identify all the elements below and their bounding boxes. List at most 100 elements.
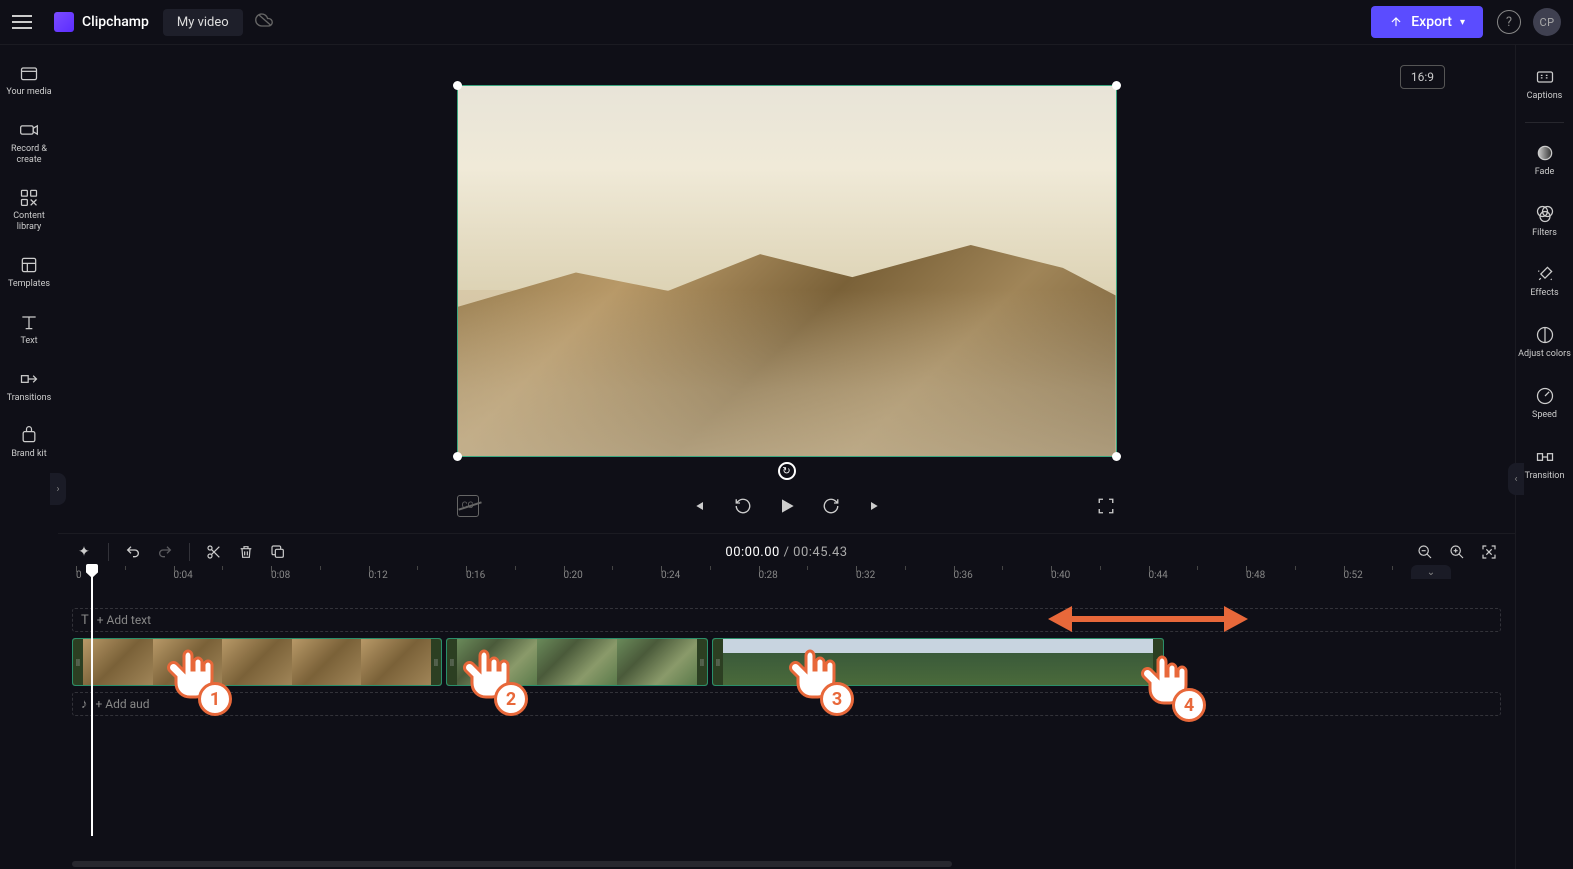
redo-button[interactable] [153, 540, 177, 564]
video-track: || || || || Trees in mountains || || [72, 638, 1501, 686]
text-icon: T [81, 613, 89, 628]
ruler-tick: 0:32 [856, 570, 875, 581]
ruler-tick: 0 [76, 570, 82, 581]
sidebar-text[interactable]: Text [0, 304, 58, 355]
skip-forward-button[interactable] [864, 495, 886, 517]
sidebar-transition[interactable]: Transition [1516, 437, 1573, 492]
duplicate-button[interactable] [266, 540, 290, 564]
app-logo[interactable]: Clipchamp [54, 12, 149, 32]
undo-button[interactable] [121, 540, 145, 564]
skip-back-button[interactable] [688, 495, 710, 517]
video-title-button[interactable]: My video [163, 9, 243, 36]
clip-handle-left[interactable]: || [713, 639, 723, 685]
sidebar-speed[interactable]: Speed [1516, 376, 1573, 431]
preview-image [458, 86, 1116, 456]
transitions-icon [19, 369, 39, 389]
timeline-ruler[interactable]: 00:040:080:120:160:200:240:280:320:360:4… [72, 570, 1501, 590]
resize-handle-bl[interactable] [453, 452, 462, 461]
clip-handle-left[interactable]: || [73, 639, 83, 685]
sidebar-filters[interactable]: Filters [1516, 194, 1573, 249]
timeline-collapse-button[interactable]: ⌄ [1411, 565, 1451, 579]
sidebar-left: Your media Record & create Content libra… [0, 45, 58, 869]
clip-handle-right[interactable]: || [431, 639, 441, 685]
fullscreen-button[interactable] [1095, 495, 1117, 517]
video-clip-2[interactable]: || || [446, 638, 708, 686]
time-display: 00:00.00 / 00:45.43 [725, 545, 847, 560]
audio-track-placeholder[interactable]: ♪ + Add aud [72, 692, 1501, 716]
rewind-button[interactable] [732, 495, 754, 517]
header: Clipchamp My video Export ▾ ? CP [0, 0, 1573, 45]
ruler-tick: 0:52 [1344, 570, 1363, 581]
camera-icon [19, 120, 39, 140]
sidebar-transitions[interactable]: Transitions [0, 361, 58, 412]
sidebar-your-media[interactable]: Your media [0, 55, 58, 106]
ruler-tick: 0:20 [564, 570, 583, 581]
zoom-in-button[interactable] [1445, 540, 1469, 564]
sidebar-effects[interactable]: Effects [1516, 254, 1573, 309]
ruler-tick: 0:24 [661, 570, 680, 581]
sidebar-content-library[interactable]: Content library [0, 179, 58, 241]
sidebar-brand-kit[interactable]: Brand kit [0, 417, 58, 468]
brand-kit-icon [19, 425, 39, 445]
app-name: Clipchamp [82, 14, 149, 30]
user-avatar[interactable]: CP [1533, 8, 1561, 36]
sidebar-right-expand-button[interactable]: ‹ [1508, 463, 1524, 495]
export-button[interactable]: Export ▾ [1371, 6, 1483, 38]
ruler-tick: 0:40 [1051, 570, 1070, 581]
sidebar-fade[interactable]: Fade [1516, 133, 1573, 188]
captions-icon [1535, 67, 1555, 87]
main-area: 16:9 ↻ CC [58, 45, 1515, 869]
fit-button[interactable] [1477, 540, 1501, 564]
effects-icon [1535, 264, 1555, 284]
fade-icon [1535, 143, 1555, 163]
playback-controls: CC [457, 495, 1117, 517]
menu-button[interactable] [12, 10, 36, 34]
templates-icon [19, 255, 39, 275]
video-clip-1[interactable]: || || [72, 638, 442, 686]
timeline-toolbar: ✦ 00:00.00 [58, 534, 1515, 570]
timeline-section: ✦ 00:00.00 [58, 533, 1515, 869]
aspect-ratio-button[interactable]: 16:9 [1400, 65, 1445, 89]
timeline-tracks: T + Add text || || || || Trees [58, 590, 1515, 869]
text-track-placeholder[interactable]: T + Add text [72, 608, 1501, 632]
clip-handle-left[interactable]: || [447, 639, 457, 685]
speed-icon [1535, 386, 1555, 406]
resize-handle-tl[interactable] [453, 81, 462, 90]
zoom-out-button[interactable] [1413, 540, 1437, 564]
ruler-tick: 0:12 [369, 570, 388, 581]
split-button[interactable] [202, 540, 226, 564]
clip-handle-right[interactable]: || [697, 639, 707, 685]
library-icon [19, 187, 39, 207]
play-button[interactable] [776, 495, 798, 517]
playhead[interactable] [86, 564, 98, 578]
auto-compose-button[interactable]: ✦ [72, 540, 96, 564]
text-icon [19, 312, 39, 332]
sidebar-adjust-colors[interactable]: Adjust colors [1516, 315, 1573, 370]
delete-button[interactable] [234, 540, 258, 564]
media-icon [19, 63, 39, 83]
help-button[interactable]: ? [1497, 10, 1521, 34]
ruler-tick: 0:44 [1149, 570, 1168, 581]
ruler-tick: 0:48 [1246, 570, 1265, 581]
cloud-sync-icon[interactable] [255, 11, 273, 33]
sidebar-record-create[interactable]: Record & create [0, 112, 58, 174]
audio-icon: ♪ [81, 696, 88, 712]
clip-handle-right[interactable]: || [1153, 639, 1163, 685]
ruler-tick: 0:28 [759, 570, 778, 581]
preview-frame[interactable]: ↻ [457, 85, 1117, 457]
ruler-tick: 0:36 [954, 570, 973, 581]
captions-toggle[interactable]: CC [457, 495, 479, 517]
sidebar-captions[interactable]: Captions [1516, 57, 1573, 112]
video-clip-3[interactable]: Trees in mountains || || [712, 638, 1164, 686]
ruler-tick: 0:16 [466, 570, 485, 581]
resize-handle-br[interactable] [1112, 452, 1121, 461]
preview-area: 16:9 ↻ CC [58, 45, 1515, 533]
horizontal-scrollbar[interactable] [72, 861, 952, 867]
sidebar-templates[interactable]: Templates [0, 247, 58, 298]
rotate-handle[interactable]: ↻ [778, 462, 796, 480]
chevron-down-icon: ▾ [1460, 17, 1465, 28]
sidebar-right: Captions Fade Filters Effects Adjust col… [1515, 45, 1573, 869]
resize-handle-tr[interactable] [1112, 81, 1121, 90]
filters-icon [1535, 204, 1555, 224]
forward-button[interactable] [820, 495, 842, 517]
